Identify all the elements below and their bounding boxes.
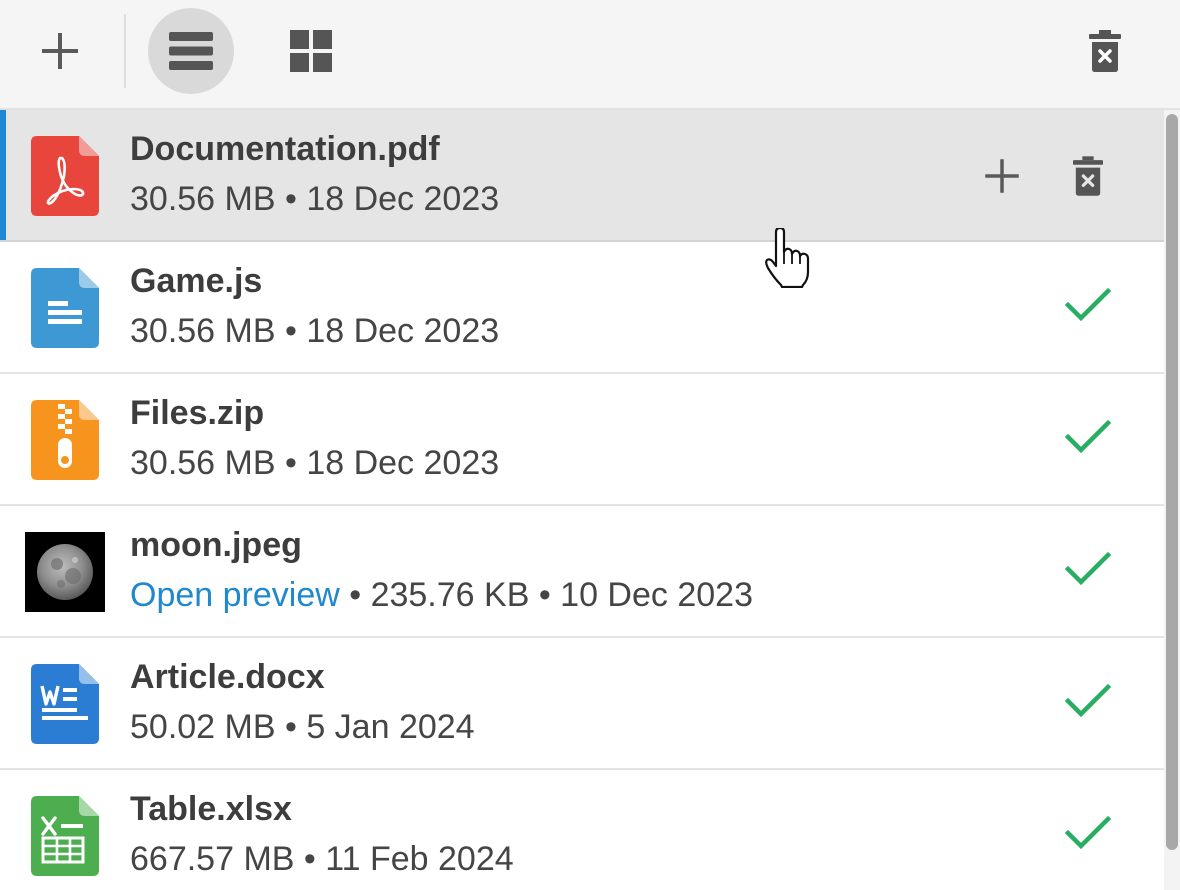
meta-separator: • xyxy=(275,708,307,746)
file-name: Article.docx xyxy=(130,658,325,696)
file-date: 18 Dec 2023 xyxy=(306,444,500,482)
toolbar-divider xyxy=(124,14,126,88)
plus-icon xyxy=(42,33,78,69)
file-size: 50.02 MB xyxy=(130,708,276,746)
grid-view-icon xyxy=(290,30,332,72)
trash-icon xyxy=(1089,30,1121,72)
file-row[interactable]: moon.jpeg Open preview • 235.76 KB • 10 … xyxy=(0,506,1164,638)
open-preview-link[interactable]: Open preview xyxy=(130,576,340,614)
file-name: Table.xlsx xyxy=(130,790,292,828)
excel-file-icon xyxy=(31,796,99,876)
file-size: 235.76 KB xyxy=(370,576,530,614)
toolbar xyxy=(0,0,1180,110)
file-name: Documentation.pdf xyxy=(130,130,440,168)
file-name: Files.zip xyxy=(130,394,265,432)
list-view-button[interactable] xyxy=(148,8,234,94)
file-size: 30.56 MB xyxy=(130,312,276,350)
file-meta: 30.56 MB • 18 Dec 2023 xyxy=(130,180,499,219)
pdf-file-icon xyxy=(31,136,99,216)
file-date: 10 Dec 2023 xyxy=(560,576,753,614)
plus-icon xyxy=(985,159,1019,193)
file-date: 18 Dec 2023 xyxy=(306,312,500,350)
trash-icon xyxy=(1073,156,1103,196)
file-row[interactable]: Documentation.pdf 30.56 MB • 18 Dec 2023 xyxy=(0,110,1164,242)
word-file-icon xyxy=(31,664,99,744)
checkmark-icon xyxy=(1064,551,1112,586)
moon-image xyxy=(25,532,105,612)
moon-thumbnail[interactable] xyxy=(25,532,105,612)
checkmark-icon xyxy=(1064,683,1112,718)
file-meta: 50.02 MB • 5 Jan 2024 xyxy=(130,708,475,747)
file-name: Game.js xyxy=(130,262,263,300)
file-row[interactable]: Table.xlsx 667.57 MB • 11 Feb 2024 xyxy=(0,770,1164,890)
file-meta: 30.56 MB • 18 Dec 2023 xyxy=(130,444,499,483)
file-name: moon.jpeg xyxy=(130,526,302,564)
file-date: 18 Dec 2023 xyxy=(306,180,500,218)
file-size: 30.56 MB xyxy=(130,180,276,218)
file-meta: 30.56 MB • 18 Dec 2023 xyxy=(130,312,499,351)
grid-view-button[interactable] xyxy=(268,8,354,94)
meta-separator: • xyxy=(275,312,307,350)
meta-separator: • xyxy=(529,576,561,614)
file-size: 30.56 MB xyxy=(130,444,276,482)
meta-separator: • xyxy=(275,444,307,482)
file-date: 5 Jan 2024 xyxy=(306,708,475,746)
add-files-button[interactable] xyxy=(18,8,102,94)
remove-file-button[interactable] xyxy=(1058,144,1118,208)
file-list: Documentation.pdf 30.56 MB • 18 Dec 2023… xyxy=(0,110,1164,890)
checkmark-icon xyxy=(1064,419,1112,454)
zip-file-icon xyxy=(31,400,99,480)
meta-separator: • xyxy=(275,180,307,218)
upload-file-button[interactable] xyxy=(972,146,1032,206)
meta-separator: • xyxy=(294,840,326,878)
checkmark-icon xyxy=(1064,287,1112,322)
file-row[interactable]: Files.zip 30.56 MB • 18 Dec 2023 xyxy=(0,374,1164,506)
list-view-icon xyxy=(169,32,213,70)
scrollbar-thumb[interactable] xyxy=(1166,114,1178,850)
file-meta: 667.57 MB • 11 Feb 2024 xyxy=(130,840,514,879)
file-date: 11 Feb 2024 xyxy=(325,840,514,878)
scrollbar[interactable] xyxy=(1164,110,1180,890)
file-row[interactable]: Article.docx 50.02 MB • 5 Jan 2024 xyxy=(0,638,1164,770)
clear-all-button[interactable] xyxy=(1062,8,1148,94)
file-row[interactable]: Game.js 30.56 MB • 18 Dec 2023 xyxy=(0,242,1164,374)
document-file-icon xyxy=(31,268,99,348)
meta-separator: • xyxy=(339,576,371,614)
file-size: 667.57 MB xyxy=(130,840,295,878)
checkmark-icon xyxy=(1064,815,1112,850)
file-meta: Open preview • 235.76 KB • 10 Dec 2023 xyxy=(130,576,753,615)
